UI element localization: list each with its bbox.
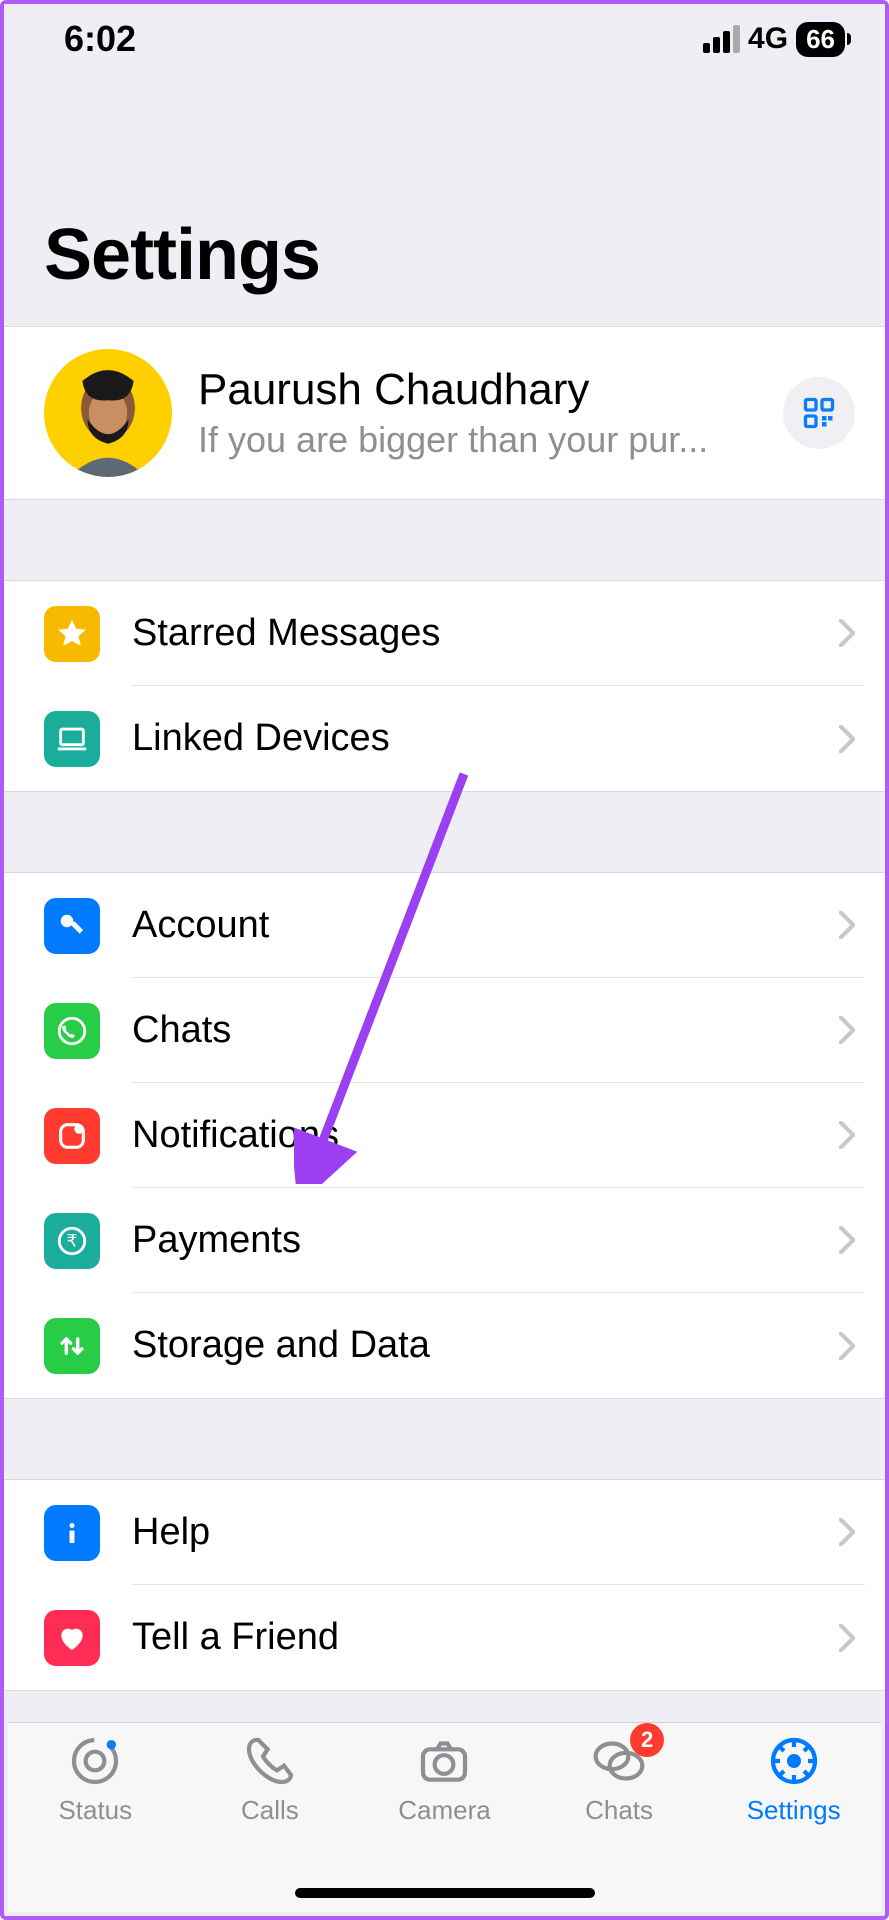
arrows-icon xyxy=(44,1318,100,1374)
battery-indicator: 66 xyxy=(796,22,845,57)
row-tell-a-friend[interactable]: Tell a Friend xyxy=(4,1585,885,1690)
network-type: 4G xyxy=(748,22,788,56)
profile-status: If you are bigger than your pur... xyxy=(198,415,757,461)
laptop-icon xyxy=(44,711,100,767)
status-tab-icon xyxy=(67,1733,123,1789)
tab-chats[interactable]: 2 Chats xyxy=(532,1733,707,1912)
row-payments[interactable]: ₹ Payments xyxy=(4,1188,885,1293)
row-label: Tell a Friend xyxy=(132,1616,829,1659)
row-label: Storage and Data xyxy=(132,1324,829,1367)
settings-tab-icon xyxy=(766,1733,822,1789)
chevron-right-icon xyxy=(829,1518,865,1546)
tab-label: Chats xyxy=(585,1795,653,1826)
status-bar: 6:02 4G 66 xyxy=(4,4,885,74)
tab-label: Settings xyxy=(747,1795,841,1826)
row-label: Linked Devices xyxy=(132,717,829,760)
profile-name: Paurush Chaudhary xyxy=(198,365,757,415)
avatar xyxy=(44,349,172,477)
qr-code-button[interactable] xyxy=(783,377,855,449)
info-icon xyxy=(44,1505,100,1561)
tab-label: Camera xyxy=(398,1795,490,1826)
chevron-right-icon xyxy=(829,1332,865,1360)
settings-group-0: Starred Messages Linked Devices xyxy=(4,580,885,792)
heart-icon xyxy=(44,1610,100,1666)
key-icon xyxy=(44,898,100,954)
whatsapp-icon xyxy=(44,1003,100,1059)
tab-label: Calls xyxy=(241,1795,299,1826)
chevron-right-icon xyxy=(829,1226,865,1254)
row-notifications[interactable]: Notifications xyxy=(4,1083,885,1188)
profile-group: Paurush Chaudhary If you are bigger than… xyxy=(4,326,885,500)
tab-bar: Status Calls Camera 2 Chats xyxy=(8,1722,881,1912)
chevron-right-icon xyxy=(829,1121,865,1149)
row-storage-data[interactable]: Storage and Data xyxy=(4,1293,885,1398)
page-header: Settings xyxy=(4,74,885,326)
settings-group-1: Account Chats Notifications ₹ Payments xyxy=(4,872,885,1399)
chevron-right-icon xyxy=(829,725,865,753)
tab-badge: 2 xyxy=(630,1723,664,1757)
row-label: Starred Messages xyxy=(132,612,829,655)
qr-code-icon xyxy=(801,395,837,431)
status-right: 4G 66 xyxy=(703,22,845,57)
calls-tab-icon xyxy=(242,1733,298,1789)
row-label: Account xyxy=(132,904,829,947)
row-account[interactable]: Account xyxy=(4,873,885,978)
notification-icon xyxy=(44,1108,100,1164)
tab-camera[interactable]: Camera xyxy=(357,1733,532,1912)
settings-group-2: Help Tell a Friend xyxy=(4,1479,885,1691)
status-time: 6:02 xyxy=(64,18,136,60)
signal-icon xyxy=(703,25,740,53)
row-label: Chats xyxy=(132,1009,829,1052)
row-help[interactable]: Help xyxy=(4,1480,885,1585)
chevron-right-icon xyxy=(829,1624,865,1652)
tab-calls[interactable]: Calls xyxy=(183,1733,358,1912)
star-icon xyxy=(44,606,100,662)
tab-label: Status xyxy=(58,1795,132,1826)
row-linked-devices[interactable]: Linked Devices xyxy=(4,686,885,791)
row-chats[interactable]: Chats xyxy=(4,978,885,1083)
camera-tab-icon xyxy=(416,1733,472,1789)
row-label: Notifications xyxy=(132,1114,829,1157)
svg-text:₹: ₹ xyxy=(67,1231,78,1250)
tab-settings[interactable]: Settings xyxy=(706,1733,881,1912)
rupee-icon: ₹ xyxy=(44,1213,100,1269)
row-starred-messages[interactable]: Starred Messages xyxy=(4,581,885,686)
chevron-right-icon xyxy=(829,911,865,939)
row-label: Help xyxy=(132,1511,829,1554)
tab-status[interactable]: Status xyxy=(8,1733,183,1912)
row-label: Payments xyxy=(132,1219,829,1262)
chevron-right-icon xyxy=(829,1016,865,1044)
home-indicator xyxy=(295,1888,595,1898)
page-title: Settings xyxy=(44,214,885,296)
chevron-right-icon xyxy=(829,619,865,647)
profile-row[interactable]: Paurush Chaudhary If you are bigger than… xyxy=(4,327,885,499)
